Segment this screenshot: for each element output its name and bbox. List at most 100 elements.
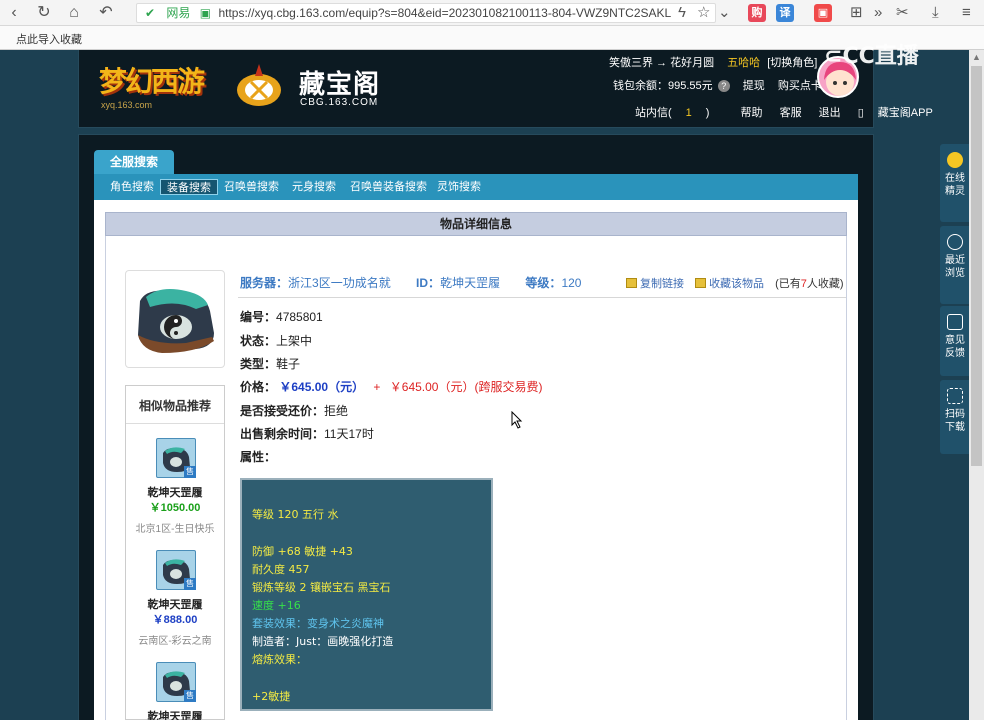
app-link[interactable]: ▯ 藏宝阁APP (858, 107, 947, 119)
qr-icon (947, 388, 963, 404)
favorite-count: (已有7人收藏) (775, 278, 844, 290)
id-label: ID： (416, 276, 441, 290)
safe-label: 网易 (166, 6, 191, 20)
id-value: 乾坤天罡履 (440, 276, 501, 290)
item-actions: 复制链接 收藏该物品 (已有7人收藏) (626, 275, 844, 291)
scroll-up-icon: ▲ (972, 52, 981, 62)
attr-line: +2敏捷 (252, 690, 291, 703)
inbox-link[interactable]: 站内信(1) (635, 107, 723, 119)
sidebar-recent[interactable]: 最近 浏览 (940, 226, 970, 304)
wallet-balance: 钱包余额：995.55元 (613, 80, 713, 92)
grid-icon[interactable]: ⊞ (850, 3, 863, 23)
subnav-lingshi-search[interactable]: 灵饰搜索 (431, 179, 487, 195)
sidebar-feedback[interactable]: 意见 反馈 (940, 306, 970, 376)
browser-toolbar: ‹ ↻ ⌂ ↶ ✔ 网易 ▣ https://xyq.cbg.163.com/e… (0, 0, 984, 26)
page-scrollbar[interactable]: ▲ (969, 50, 984, 720)
server-value: 浙江3区一功成名就 (288, 276, 391, 290)
subnav-role-search[interactable]: 角色搜索 (104, 179, 160, 195)
attr-label-row: 属性： (240, 450, 277, 464)
attr-line: 熔炼效果： (252, 653, 307, 666)
translate-ext-icon[interactable]: 译 (776, 4, 794, 22)
withdraw-link[interactable]: 提现 (743, 80, 765, 92)
subnav-pet-equip-search[interactable]: 召唤兽装备搜索 (344, 179, 433, 195)
shield-icon: ✔ (145, 6, 156, 20)
similar-item-name[interactable]: 乾坤天罡履 (126, 484, 224, 500)
subnav-equip-search[interactable]: 装备搜索 (160, 179, 218, 195)
level-label: 等级： (525, 276, 562, 290)
attr-line: 套装效果：变身术之炎魔神 (252, 617, 384, 630)
mouse-cursor-icon (511, 411, 523, 429)
cbg-logo-sub: CBG.163.COM (300, 97, 379, 108)
switch-role-link[interactable]: [切换角色] (767, 57, 817, 69)
sale-tag: 售 (184, 466, 196, 478)
similar-item-name[interactable]: 乾坤天罡履 (126, 708, 224, 720)
back-icon[interactable]: ‹ (4, 3, 24, 23)
service-link[interactable]: 客服 (780, 107, 802, 119)
scissors-icon[interactable]: ✂ (896, 3, 909, 23)
server-label: 服务器： (240, 276, 289, 290)
attribute-box: 等级 120 五行 水 防御 +68 敏捷 +43 耐久度 457 锻炼等级 2… (240, 478, 493, 711)
item-summary: 服务器：浙江3区一功成名就 ID：乾坤天罡履 等级：120 (240, 274, 581, 291)
boot-thumb-icon[interactable]: 售 (156, 438, 196, 478)
subnav-pet-search[interactable]: 召唤兽搜索 (218, 179, 285, 195)
phone-icon: ▯ (857, 107, 864, 119)
attr-line: 等级 120 五行 水 (252, 508, 339, 521)
header-links: 站内信(1) 帮助 客服 退出 ▯ 藏宝阁APP (635, 104, 961, 120)
sidebar-qr[interactable]: 扫码 下载 (940, 380, 970, 454)
wallet-info: 钱包余额：995.55元 ? 提现 购买点卡 (613, 77, 822, 93)
shop-ext-icon[interactable]: 购 (748, 4, 766, 22)
cross-server-fee: ￥645.00（元）(跨服交易费) (389, 380, 543, 394)
remaining-row: 出售剩余时间：11天17时 (240, 427, 374, 441)
helper-icon (947, 152, 963, 168)
buy-points-link[interactable]: 购买点卡 (778, 80, 822, 92)
attr-line: 防御 +68 敏捷 +43 (252, 545, 353, 558)
sidebar-online-helper[interactable]: 在线 精灵 (940, 144, 970, 222)
item-image[interactable] (125, 270, 225, 368)
sale-tag: 售 (184, 578, 196, 590)
reload-icon[interactable]: ↻ (34, 3, 54, 23)
cbg-logo[interactable]: 藏宝阁 (299, 64, 380, 101)
download-icon[interactable]: ⤓ (932, 3, 939, 23)
tab-all-search[interactable]: 全服搜索 (94, 150, 174, 174)
chevron-down-icon[interactable]: ⌄ (718, 3, 731, 23)
menu-icon[interactable]: ≡ (962, 3, 971, 23)
attr-line: 制造者：Just：画晚强化打造 (252, 635, 394, 648)
site-header: 梦幻西游 xyq.163.com 藏宝阁 CBG.163.COM 笑傲三界 → … (78, 50, 933, 128)
subnav-yuanshen-search[interactable]: 元身搜索 (286, 179, 342, 195)
serial-row: 编号：4785801 (240, 310, 323, 324)
help-icon[interactable]: ? (717, 80, 730, 92)
copy-link-button[interactable]: 复制链接 (626, 278, 684, 290)
type-row: 类型：鞋子 (240, 357, 301, 371)
star-icon[interactable]: ☆ (697, 3, 710, 23)
price-value: ￥645.00（元） (279, 380, 365, 394)
address-bar[interactable]: ✔ 网易 ▣ https://xyq.cbg.163.com/equip?s=8… (136, 3, 716, 23)
logout-link[interactable]: 退出 (819, 107, 841, 119)
server-route: 笑傲三界 → 花好月圆 (609, 57, 715, 69)
status-row: 状态：上架中 (240, 334, 313, 348)
folder-icon (695, 278, 707, 288)
similar-item-price: ￥888.00 (152, 614, 198, 626)
game-logo[interactable]: 梦幻西游 (99, 60, 229, 100)
similar-item-server: 云南区-彩云之南 (138, 636, 212, 647)
attr-line: 锻炼等级 2 镶嵌宝石 黑宝石 (252, 581, 391, 594)
help-link[interactable]: 帮助 (741, 107, 763, 119)
scroll-thumb[interactable] (971, 66, 982, 466)
undo-icon[interactable]: ↶ (96, 3, 116, 23)
import-favorites-link[interactable]: 点此导入收藏 (16, 31, 82, 47)
similar-items-title: 相似物品推荐 (126, 386, 224, 424)
boot-thumb-icon[interactable]: 售 (156, 662, 196, 702)
bolt-icon[interactable]: ϟ (678, 3, 686, 23)
detail-title: 物品详细信息 (105, 212, 847, 236)
home-icon[interactable]: ⌂ (64, 3, 84, 23)
collect-button[interactable]: 收藏该物品 (695, 278, 764, 290)
more-icon[interactable]: » (874, 3, 882, 23)
edit-icon (947, 314, 963, 330)
link-icon (626, 278, 637, 288)
similar-items-panel: 相似物品推荐 售 乾坤天罡履 ￥1050.00 北京1区-生日快乐 售 乾坤天罡… (125, 385, 225, 720)
similar-item-price: ￥1050.00 (149, 502, 201, 514)
boot-thumb-icon[interactable]: 售 (156, 550, 196, 590)
attr-line: 速度 +16 (252, 599, 301, 612)
level-value: 120 (561, 276, 582, 290)
similar-item-name[interactable]: 乾坤天罡履 (126, 596, 224, 612)
game-ext-icon[interactable]: ▣ (814, 4, 832, 22)
